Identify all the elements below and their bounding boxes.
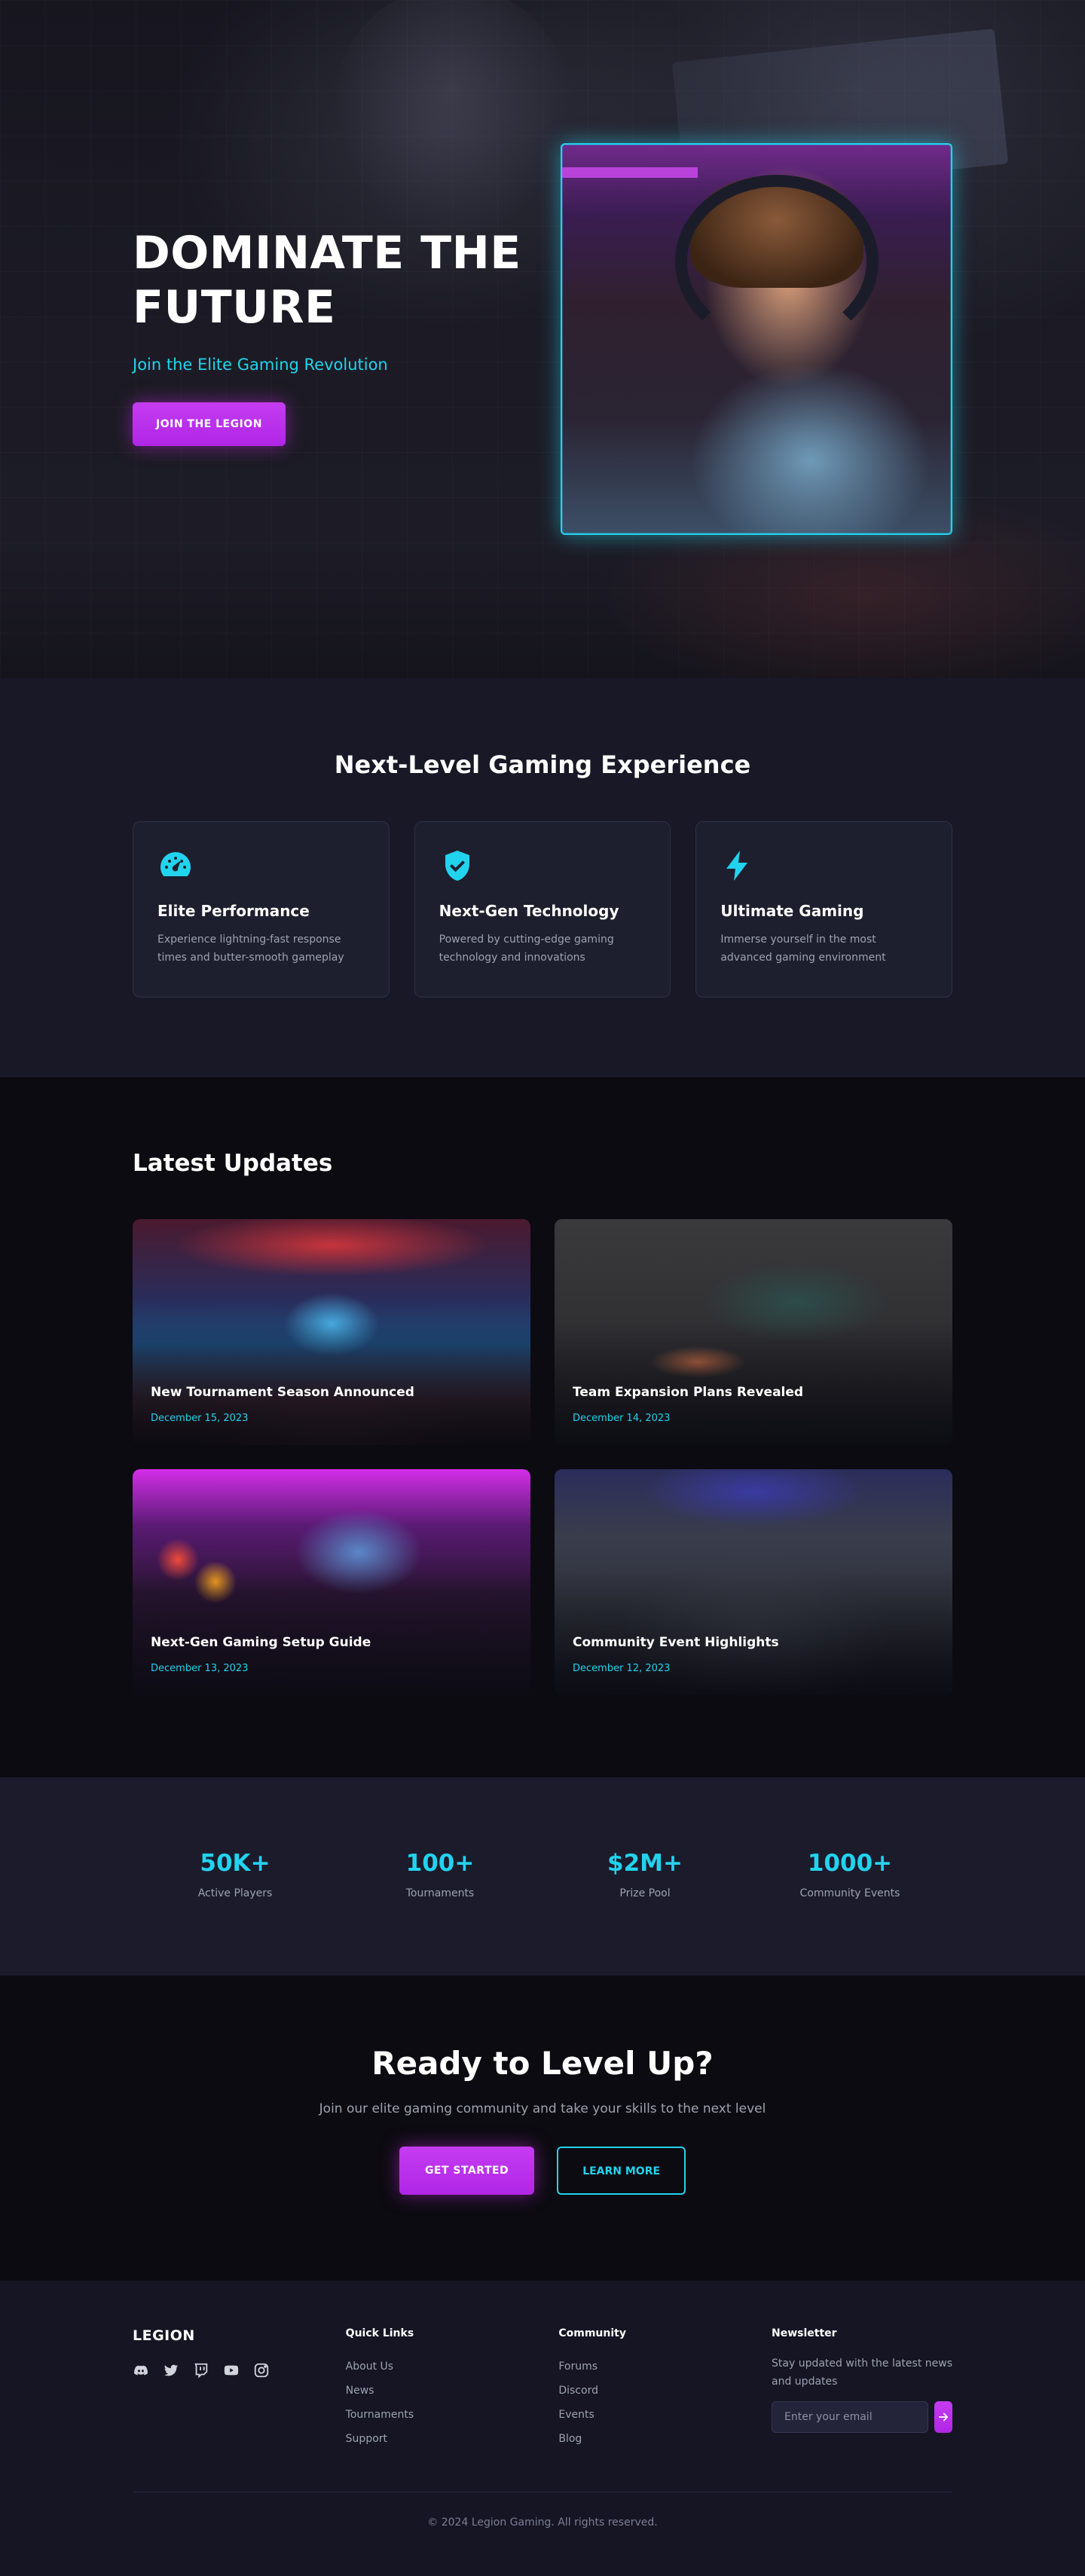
stat-item: 50K+ Active Players xyxy=(133,1850,338,1899)
hero-background-figure xyxy=(332,0,573,241)
update-card[interactable]: Community Event Highlights December 12, … xyxy=(555,1469,952,1695)
footer-brand-column: LEGION xyxy=(133,2327,346,2451)
feature-title: Ultimate Gaming xyxy=(720,902,864,920)
stat-label: Tournaments xyxy=(405,1887,475,1899)
arrow-right-icon xyxy=(938,2413,949,2422)
twitter-icon[interactable] xyxy=(163,2362,179,2379)
footer-community-column: Community Forums Discord Events Blog xyxy=(558,2327,772,2451)
update-title: Next-Gen Gaming Setup Guide xyxy=(151,1635,371,1650)
update-title: Team Expansion Plans Revealed xyxy=(573,1385,804,1400)
newsletter-description: Stay updated with the latest news and up… xyxy=(772,2358,952,2388)
stat-value: $2M+ xyxy=(607,1850,683,1877)
updates-section: Latest Updates New Tournament Season Ann… xyxy=(0,1077,1085,1777)
get-started-button[interactable]: GET STARTED xyxy=(399,2147,535,2195)
discord-icon[interactable] xyxy=(133,2362,149,2379)
footer-link-events[interactable]: Events xyxy=(558,2403,772,2427)
cta-section: Ready to Level Up? Join our elite gaming… xyxy=(0,1976,1085,2281)
footer-link-news[interactable]: News xyxy=(346,2379,559,2403)
update-title: Community Event Highlights xyxy=(573,1635,779,1650)
feature-title: Next-Gen Technology xyxy=(439,902,619,920)
stat-label: Prize Pool xyxy=(619,1887,671,1899)
feature-card: Next-Gen Technology Powered by cutting-e… xyxy=(414,821,671,998)
update-date: December 12, 2023 xyxy=(573,1663,671,1674)
stat-value: 100+ xyxy=(405,1850,475,1877)
footer-brand: LEGION xyxy=(133,2327,195,2344)
update-date: December 13, 2023 xyxy=(151,1663,249,1674)
newsletter-form xyxy=(772,2401,953,2433)
footer-heading: Quick Links xyxy=(345,2327,414,2339)
feature-card: Elite Performance Experience lightning-f… xyxy=(133,821,390,998)
feature-description: Powered by cutting-edge gaming technolog… xyxy=(439,934,614,964)
stat-value: 1000+ xyxy=(807,1850,893,1877)
stat-item: 1000+ Community Events xyxy=(747,1850,952,1899)
youtube-icon[interactable] xyxy=(223,2362,240,2379)
update-card-overlay xyxy=(133,1219,530,1445)
hero-section: DOMINATE THE FUTURE Join the Elite Gamin… xyxy=(0,0,1085,678)
footer-link-forums[interactable]: Forums xyxy=(558,2354,772,2379)
update-card-overlay xyxy=(555,1219,952,1445)
footer-link-tournaments[interactable]: Tournaments xyxy=(346,2403,559,2427)
updates-grid: New Tournament Season Announced December… xyxy=(133,1219,952,1695)
feature-card: Ultimate Gaming Immerse yourself in the … xyxy=(695,821,953,998)
footer-columns: LEGION Quick Links About Us News Tournam… xyxy=(133,2281,953,2451)
footer-heading: Community xyxy=(558,2327,626,2339)
footer-link-support[interactable]: Support xyxy=(346,2427,559,2451)
lightning-bolt-icon xyxy=(726,851,748,881)
stats-row: 50K+ Active Players 100+ Tournaments $2M… xyxy=(133,1777,952,1899)
update-date: December 14, 2023 xyxy=(573,1413,671,1424)
feature-description: Experience lightning-fast response times… xyxy=(157,934,344,964)
speedometer-icon xyxy=(160,852,191,876)
cta-buttons: GET STARTED LEARN MORE xyxy=(0,2147,1085,2195)
hero-title-line2: FUTURE xyxy=(133,281,336,334)
footer-link-discord[interactable]: Discord xyxy=(558,2379,772,2403)
email-field[interactable] xyxy=(772,2401,929,2433)
footer-link-blog[interactable]: Blog xyxy=(558,2427,772,2451)
social-links xyxy=(133,2362,346,2379)
stats-section: 50K+ Active Players 100+ Tournaments $2M… xyxy=(0,1777,1085,1976)
stat-label: Community Events xyxy=(799,1887,900,1899)
shield-check-icon xyxy=(445,851,469,881)
cta-subtitle: Join our elite gaming community and take… xyxy=(319,2101,766,2116)
cta-title: Ready to Level Up? xyxy=(371,2045,714,2082)
footer-quick-links-column: Quick Links About Us News Tournaments Su… xyxy=(346,2327,559,2451)
update-card[interactable]: Team Expansion Plans Revealed December 1… xyxy=(555,1219,952,1445)
update-card[interactable]: Next-Gen Gaming Setup Guide December 13,… xyxy=(133,1469,530,1695)
join-legion-button[interactable]: JOIN THE LEGION xyxy=(133,402,286,446)
update-card[interactable]: New Tournament Season Announced December… xyxy=(133,1219,530,1445)
features-list: Elite Performance Experience lightning-f… xyxy=(133,821,953,998)
feature-title: Elite Performance xyxy=(157,902,310,920)
community-links-list: Forums Discord Events Blog xyxy=(558,2354,772,2451)
update-date: December 15, 2023 xyxy=(151,1413,249,1424)
quick-links-list: About Us News Tournaments Support xyxy=(346,2354,559,2451)
footer-heading: Newsletter xyxy=(772,2327,837,2339)
stat-item: 100+ Tournaments xyxy=(338,1850,542,1899)
update-card-overlay xyxy=(555,1469,952,1695)
stat-value: 50K+ xyxy=(200,1850,270,1877)
footer-link-about[interactable]: About Us xyxy=(346,2354,559,2379)
hero-subtitle: Join the Elite Gaming Revolution xyxy=(133,356,388,374)
update-card-overlay xyxy=(133,1469,530,1695)
stat-label: Active Players xyxy=(197,1887,273,1899)
twitch-icon[interactable] xyxy=(193,2362,209,2379)
stat-item: $2M+ Prize Pool xyxy=(542,1850,747,1899)
features-section: Next-Level Gaming Experience Elite Perfo… xyxy=(0,678,1085,1077)
footer-newsletter-column: Newsletter Stay updated with the latest … xyxy=(772,2327,953,2451)
newsletter-submit-button[interactable] xyxy=(934,2401,953,2433)
headset-icon xyxy=(675,175,879,348)
update-title: New Tournament Season Announced xyxy=(151,1385,414,1400)
hero-title: DOMINATE THE FUTURE xyxy=(133,226,524,335)
hero-content: DOMINATE THE FUTURE Join the Elite Gamin… xyxy=(133,226,524,446)
hero-title-line1: DOMINATE THE xyxy=(133,227,521,280)
footer: LEGION Quick Links About Us News Tournam… xyxy=(0,2281,1085,2576)
feature-description: Immerse yourself in the most advanced ga… xyxy=(720,934,886,964)
hero-gamer-image xyxy=(561,143,952,535)
copyright-text: © 2024 Legion Gaming. All rights reserve… xyxy=(427,2516,658,2529)
learn-more-button[interactable]: LEARN MORE xyxy=(557,2147,686,2195)
features-title: Next-Level Gaming Experience xyxy=(334,750,751,779)
hero-image-neon-light xyxy=(562,167,698,178)
updates-title: Latest Updates xyxy=(133,1150,333,1177)
instagram-icon[interactable] xyxy=(253,2362,270,2379)
